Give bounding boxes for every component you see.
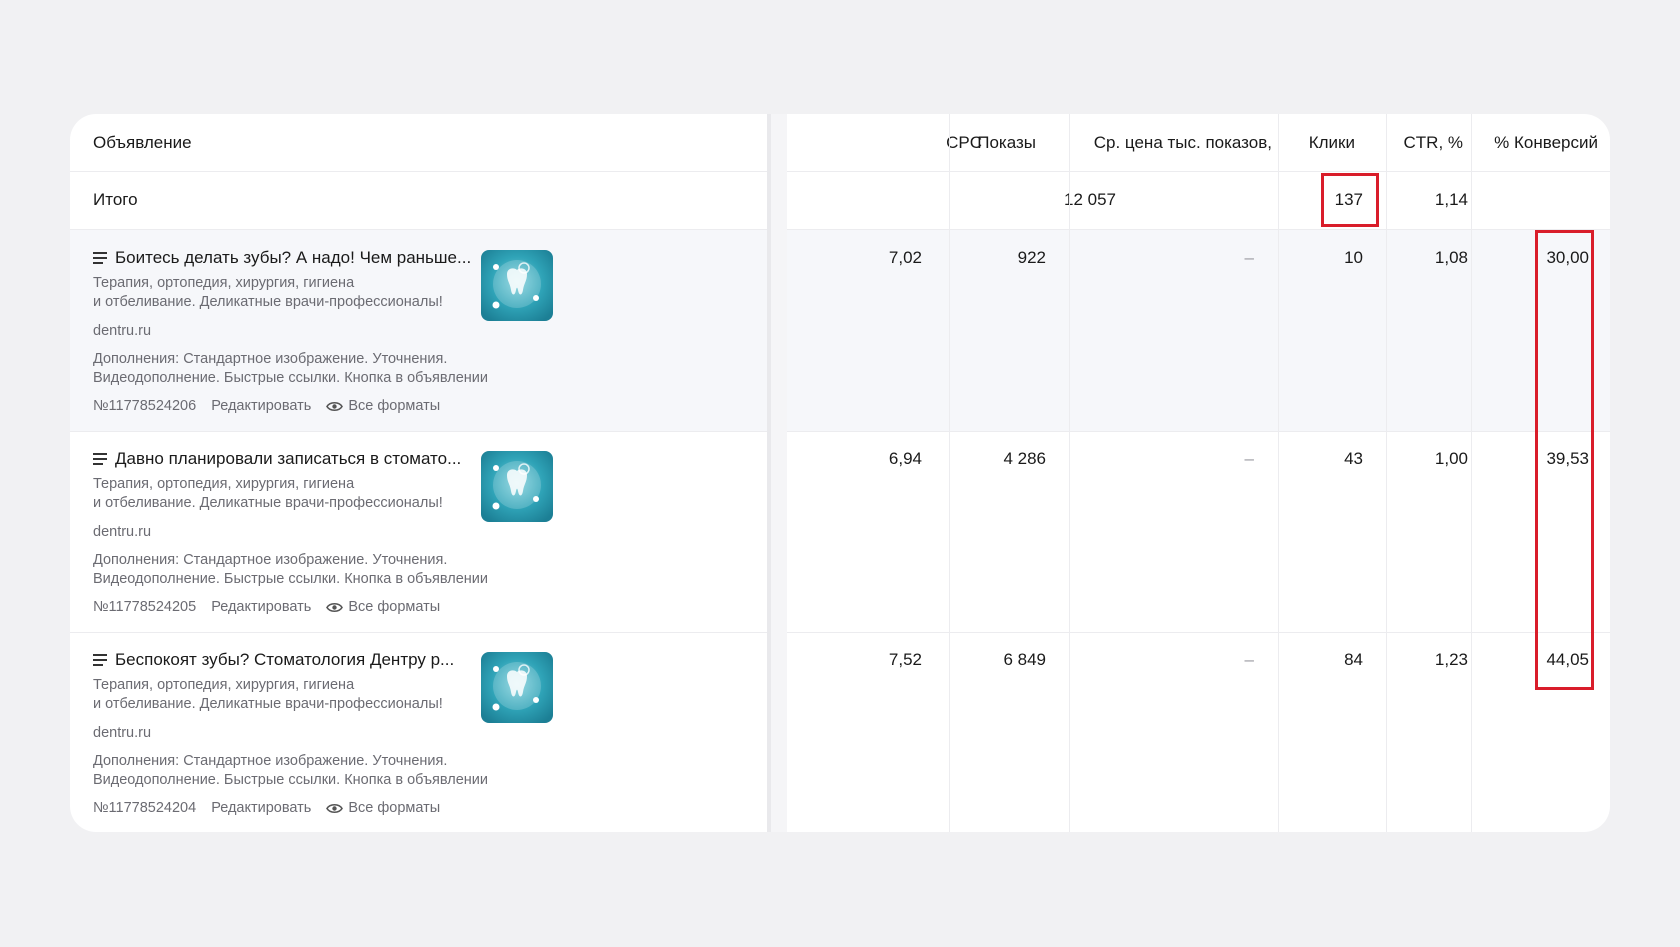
- frozen-column-divider: [767, 114, 787, 832]
- ad-id: №11778524205: [93, 599, 197, 615]
- ad-title[interactable]: Давно планировали записаться в стомато..…: [115, 449, 461, 469]
- total-ctr: 1,14: [1434, 190, 1468, 209]
- all-formats-label[interactable]: Все форматы: [348, 800, 440, 816]
- text-ad-icon: [93, 453, 107, 465]
- edit-link[interactable]: Редактировать: [211, 599, 311, 615]
- ad-text-line-1: Терапия, ортопедия, хирургия, гигиена: [93, 476, 355, 492]
- text-ad-icon: [93, 654, 107, 666]
- ad-title[interactable]: Боитесь делать зубы? А надо! Чем раньше.…: [115, 248, 471, 268]
- total-label: Итого: [93, 190, 138, 209]
- col-divider: [1386, 114, 1387, 832]
- ad-footer: №11778524206 Редактировать Все форматы: [93, 398, 440, 414]
- ad-image-thumbnail[interactable]: [481, 451, 553, 522]
- col-divider: [949, 114, 950, 832]
- cell-clicks: 43: [1344, 449, 1363, 468]
- ad-footer: №11778524204 Редактировать Все форматы: [93, 800, 440, 816]
- tooth-image: [481, 451, 553, 522]
- eye-icon: [326, 602, 344, 612]
- col-cpm[interactable]: Ср. цена тыс. показов,: [1094, 133, 1272, 153]
- cell-ctr: 1,23: [1434, 650, 1468, 669]
- cell-impressions: 4 286: [1003, 449, 1046, 468]
- table-row: Боитесь делать зубы? А надо! Чем раньше.…: [70, 230, 1610, 432]
- col-divider: [1069, 114, 1070, 832]
- table-header: Объявление CPC Показы Ср. цена тыс. пока…: [70, 114, 1610, 172]
- all-formats-link[interactable]: Все форматы: [326, 599, 440, 615]
- ad-extras-line-1: Дополнения: Стандартное изображение. Уто…: [93, 753, 448, 769]
- all-formats-link[interactable]: Все форматы: [326, 800, 440, 816]
- col-ad[interactable]: Объявление: [93, 133, 192, 153]
- ad-image-thumbnail[interactable]: [481, 250, 553, 321]
- ad-domain[interactable]: dentru.ru: [93, 322, 151, 341]
- ad-extras-line-1: Дополнения: Стандартное изображение. Уто…: [93, 351, 448, 367]
- total-row: Итого 12 057 137 1,14: [70, 171, 1610, 230]
- highlight-clicks-total: [1321, 173, 1379, 227]
- ad-title-line[interactable]: Давно планировали записаться в стомато..…: [93, 449, 461, 469]
- ad-text-line-2: и отбеливание. Деликатные врачи-професси…: [93, 294, 443, 310]
- ad-extras-line-1: Дополнения: Стандартное изображение. Уто…: [93, 552, 448, 568]
- cell-cpm: –: [1244, 650, 1254, 669]
- edit-link[interactable]: Редактировать: [211, 398, 311, 414]
- ad-extras-line-2: Видеодополнение. Быстрые ссылки. Кнопка …: [93, 370, 488, 386]
- cell-ctr: 1,00: [1434, 449, 1468, 468]
- stats-table: Объявление CPC Показы Ср. цена тыс. пока…: [70, 114, 1610, 832]
- text-ad-icon: [93, 252, 107, 264]
- ad-extras-line-2: Видеодополнение. Быстрые ссылки. Кнопка …: [93, 571, 488, 587]
- edit-link[interactable]: Редактировать: [211, 800, 311, 816]
- ad-title-line[interactable]: Беспокоят зубы? Стоматология Дентру р...: [93, 650, 454, 670]
- ad-id: №11778524204: [93, 800, 197, 816]
- ad-title-line[interactable]: Боитесь делать зубы? А надо! Чем раньше.…: [93, 248, 471, 268]
- ad-domain[interactable]: dentru.ru: [93, 523, 151, 542]
- highlight-conversions: [1535, 230, 1594, 690]
- eye-icon: [326, 401, 344, 411]
- ad-domain[interactable]: dentru.ru: [93, 724, 151, 743]
- col-ctr[interactable]: CTR, %: [1404, 133, 1464, 153]
- ad-text-line-2: и отбеливание. Деликатные врачи-професси…: [93, 696, 443, 712]
- total-impressions: 12 057: [1064, 190, 1116, 209]
- col-impressions[interactable]: Показы: [977, 133, 1036, 153]
- tooth-image: [481, 652, 553, 723]
- ad-footer: №11778524205 Редактировать Все форматы: [93, 599, 440, 615]
- all-formats-label[interactable]: Все форматы: [348, 599, 440, 615]
- cell-clicks: 10: [1344, 248, 1363, 267]
- col-clicks[interactable]: Клики: [1309, 133, 1355, 153]
- cell-cpc: 7,52: [888, 650, 922, 669]
- cell-clicks: 84: [1344, 650, 1363, 669]
- ad-text-line-1: Терапия, ортопедия, хирургия, гигиена: [93, 677, 355, 693]
- ad-id: №11778524206: [93, 398, 197, 414]
- table-row: Давно планировали записаться в стомато..…: [70, 431, 1610, 633]
- col-divider: [1278, 114, 1279, 832]
- cell-cpm: –: [1244, 449, 1254, 468]
- cell-ctr: 1,08: [1434, 248, 1468, 267]
- ad-title[interactable]: Беспокоят зубы? Стоматология Дентру р...: [115, 650, 454, 670]
- col-conversions[interactable]: % Конверсий: [1494, 133, 1598, 153]
- cell-cpm: –: [1244, 248, 1254, 267]
- cell-impressions: 922: [1017, 248, 1046, 267]
- ad-text-line-2: и отбеливание. Деликатные врачи-професси…: [93, 495, 443, 511]
- cell-impressions: 6 849: [1003, 650, 1046, 669]
- all-formats-label[interactable]: Все форматы: [348, 398, 440, 414]
- eye-icon: [326, 803, 344, 813]
- cell-cpc: 6,94: [888, 449, 922, 468]
- ad-text-line-1: Терапия, ортопедия, хирургия, гигиена: [93, 275, 355, 291]
- ad-image-thumbnail[interactable]: [481, 652, 553, 723]
- tooth-image: [481, 250, 553, 321]
- col-divider: [1471, 114, 1472, 832]
- ad-extras-line-2: Видеодополнение. Быстрые ссылки. Кнопка …: [93, 772, 488, 788]
- cell-cpc: 7,02: [888, 248, 922, 267]
- all-formats-link[interactable]: Все форматы: [326, 398, 440, 414]
- table-row: Беспокоят зубы? Стоматология Дентру р...…: [70, 632, 1610, 832]
